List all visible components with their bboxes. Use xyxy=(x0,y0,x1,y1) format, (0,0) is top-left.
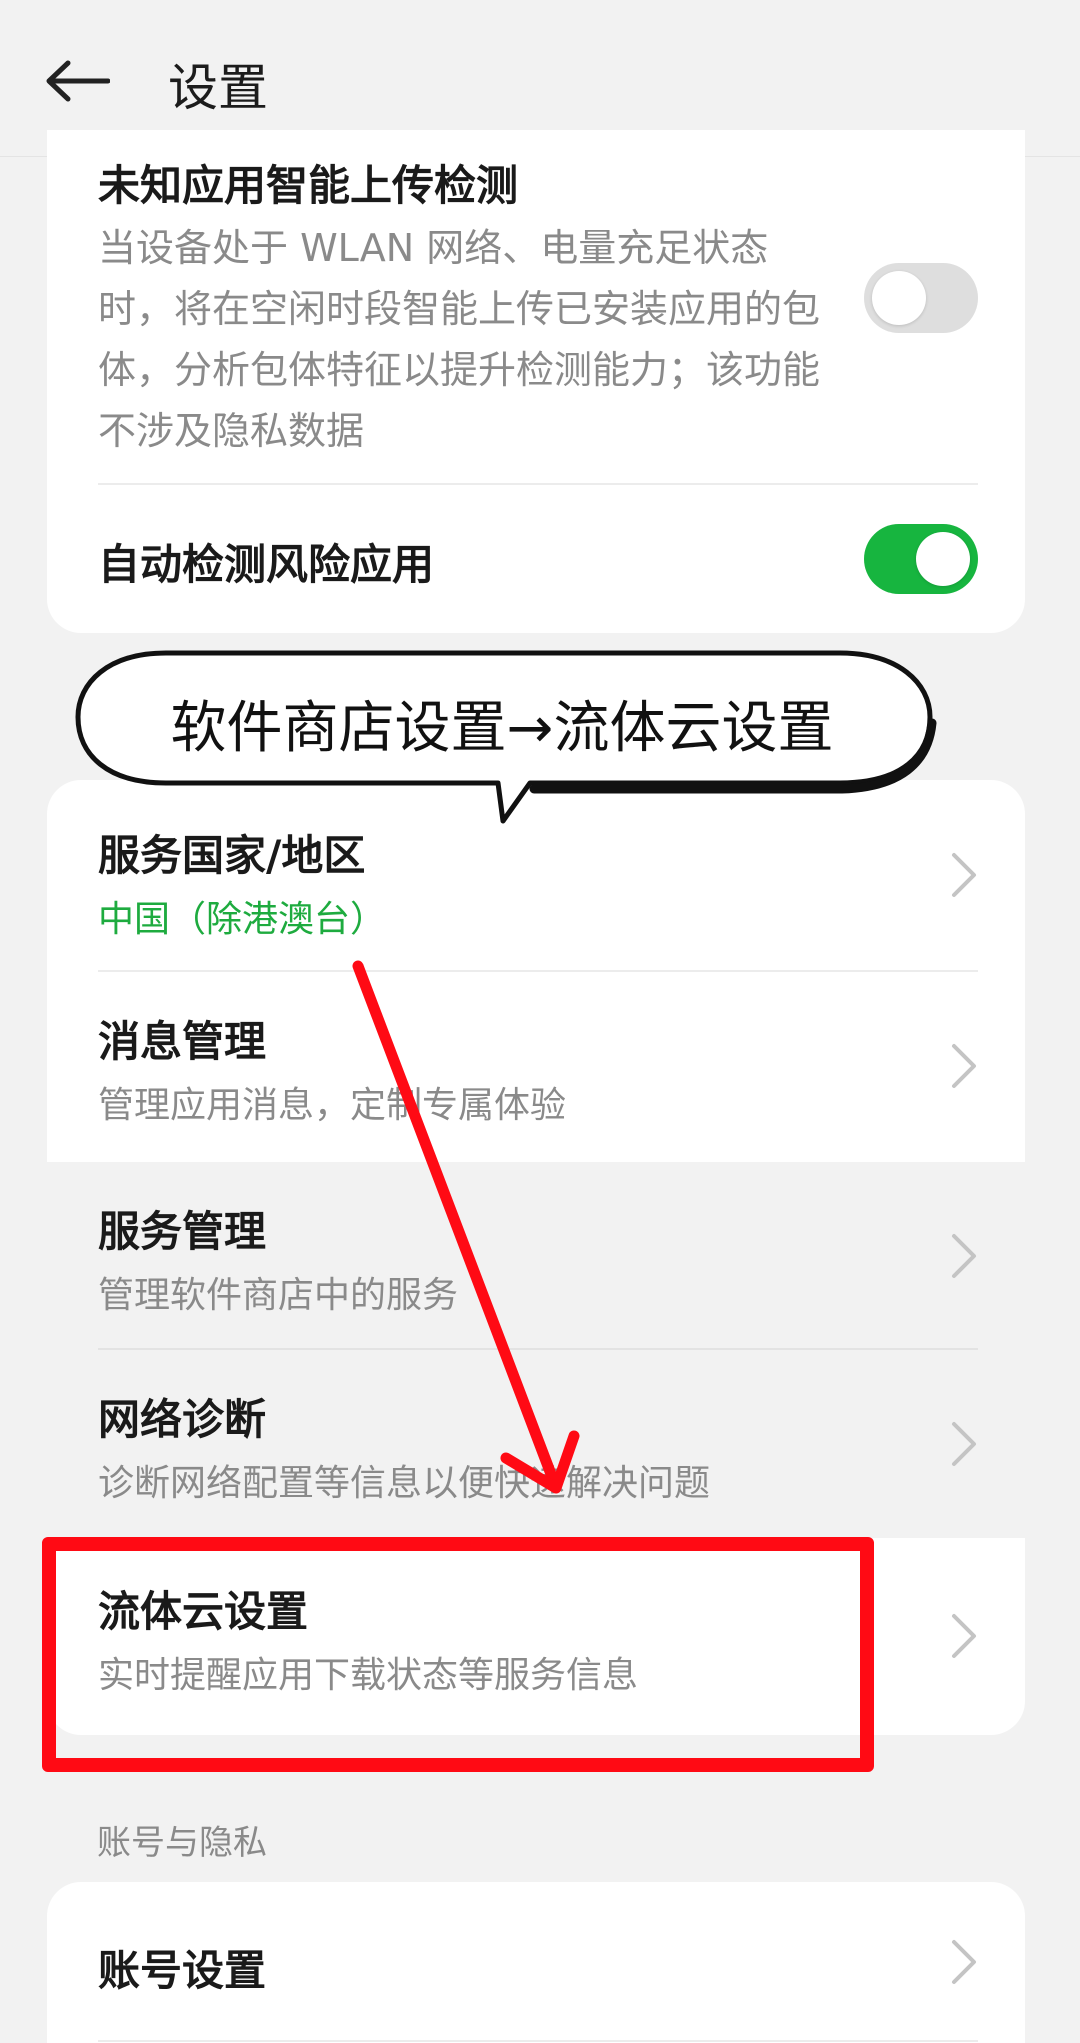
upload-detection-row[interactable]: 未知应用智能上传检测 当设备处于 WLAN 网络、电量充足状态时，将在空闲时段智… xyxy=(47,130,1025,480)
section-header-account-privacy: 账号与隐私 xyxy=(97,1823,267,1863)
message-management-title: 消息管理 xyxy=(98,1017,267,1066)
service-management-title: 服务管理 xyxy=(98,1207,267,1256)
upload-detection-toggle[interactable] xyxy=(864,263,978,333)
upload-detection-title: 未知应用智能上传检测 xyxy=(98,161,519,210)
service-region-value: 中国（除港澳台） xyxy=(98,899,387,940)
back-button[interactable] xyxy=(44,46,124,116)
toggle-knob xyxy=(872,271,926,325)
page-title: 设置 xyxy=(168,59,268,117)
upload-detection-description: 当设备处于 WLAN 网络、电量充足状态时，将在空闲时段智能上传已安装应用的包体… xyxy=(98,226,821,453)
divider xyxy=(98,2040,978,2042)
toggle-knob xyxy=(916,532,970,586)
chevron-right-icon xyxy=(952,853,976,897)
chevron-right-icon xyxy=(952,1234,976,1278)
account-settings-title: 账号设置 xyxy=(98,1946,267,1995)
annotation-bubble-text: 软件商店设置→流体云设置 xyxy=(170,696,834,761)
chevron-right-icon xyxy=(952,1614,976,1658)
network-diagnosis-title: 网络诊断 xyxy=(98,1395,267,1444)
chevron-right-icon xyxy=(952,1940,976,1984)
security-options-card: 未知应用智能上传检测 当设备处于 WLAN 网络、电量充足状态时，将在空闲时段智… xyxy=(47,130,1025,633)
chevron-right-icon xyxy=(952,1044,976,1088)
settings-screen: 设置 未知应用智能上传检测 当设备处于 WLAN 网络、电量充足状态时，将在空闲… xyxy=(0,0,1080,2043)
annotation-speech-bubble: 软件商店设置→流体云设置 xyxy=(70,645,940,835)
auto-detect-toggle[interactable] xyxy=(864,524,978,594)
back-arrow-icon xyxy=(46,60,110,102)
annotation-red-arrow xyxy=(352,960,580,1494)
account-card: 账号设置 xyxy=(47,1882,1025,2043)
divider xyxy=(98,483,978,485)
annotation-highlight-box xyxy=(42,1537,874,1772)
auto-detect-title: 自动检测风险应用 xyxy=(98,540,435,589)
auto-detect-row[interactable]: 自动检测风险应用 xyxy=(47,486,1025,633)
chevron-right-icon xyxy=(952,1422,976,1466)
list-item-account-settings[interactable]: 账号设置 xyxy=(47,1882,1025,2042)
